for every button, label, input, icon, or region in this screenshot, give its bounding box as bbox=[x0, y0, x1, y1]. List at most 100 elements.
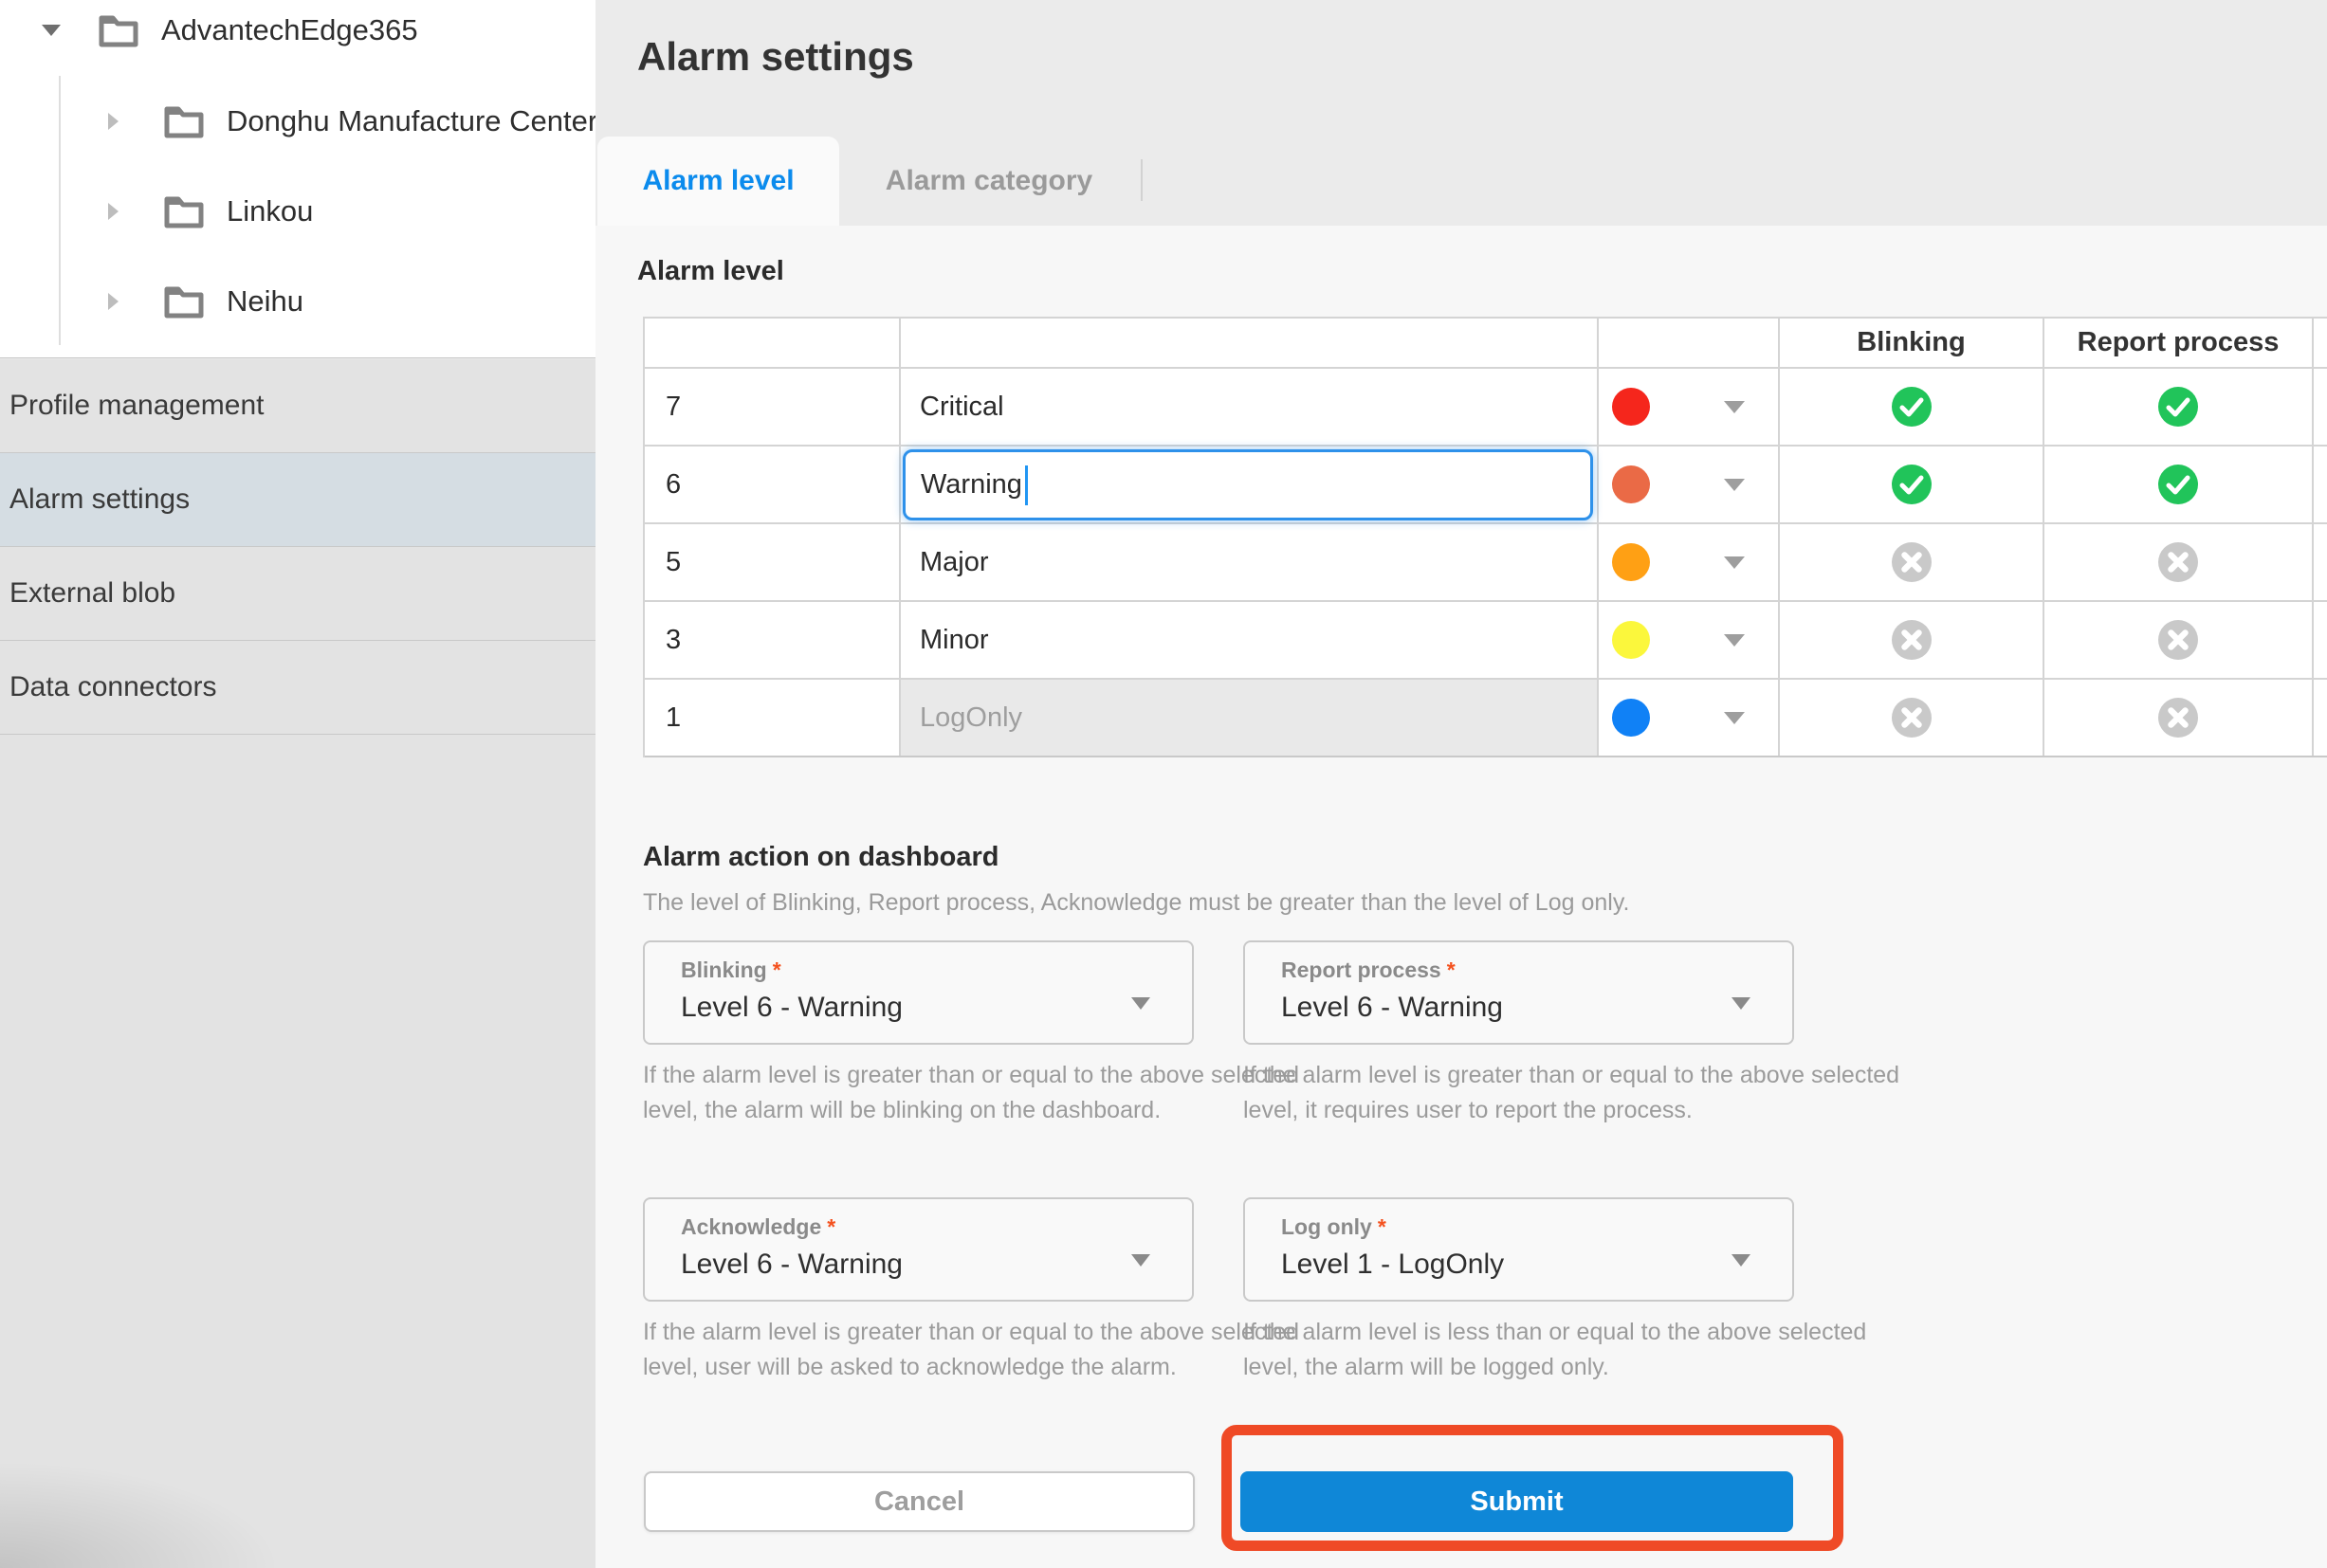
caret-right-icon[interactable] bbox=[108, 113, 119, 130]
blinking-cell[interactable] bbox=[1780, 369, 2044, 445]
color-dot[interactable] bbox=[1612, 543, 1650, 581]
table-header-row: Blinking Report process bbox=[645, 319, 2327, 369]
menu-item-label: Alarm settings bbox=[9, 483, 190, 516]
report-process-cell[interactable] bbox=[2044, 680, 2314, 756]
cross-icon[interactable] bbox=[2157, 697, 2199, 738]
report-process-select[interactable]: Report process* Level 6 - Warning bbox=[1243, 940, 1794, 1045]
field-value: Level 6 - Warning bbox=[1281, 992, 1503, 1024]
blinking-cell[interactable] bbox=[1780, 524, 2044, 600]
name-cell[interactable]: Critical bbox=[901, 369, 1599, 445]
table-row: 6 Warning bbox=[645, 447, 2327, 524]
acknowledge-select[interactable]: Acknowledge* Level 6 - Warning bbox=[643, 1197, 1194, 1302]
table-row: 7 Critical bbox=[645, 369, 2327, 447]
check-icon[interactable] bbox=[2157, 464, 2199, 505]
alarm-level-table: Blinking Report process 7 Critical 6 bbox=[643, 317, 2327, 757]
org-tree: AdvantechEdge365 Donghu Manufacture Cent… bbox=[0, 0, 595, 358]
name-cell[interactable]: Minor bbox=[901, 602, 1599, 678]
tree-item-label: Neihu bbox=[227, 284, 303, 319]
submit-button[interactable]: Submit bbox=[1240, 1471, 1793, 1532]
cross-icon[interactable] bbox=[1891, 541, 1933, 583]
folder-icon bbox=[162, 192, 206, 230]
cancel-button[interactable]: Cancel bbox=[644, 1471, 1195, 1532]
extra-cell bbox=[2314, 447, 2327, 522]
log-only-select[interactable]: Log only* Level 1 - LogOnly bbox=[1243, 1197, 1794, 1302]
page-title: Alarm settings bbox=[637, 34, 914, 80]
field-value: Level 6 - Warning bbox=[681, 1249, 903, 1281]
chevron-down-icon[interactable] bbox=[1724, 634, 1745, 647]
color-cell[interactable] bbox=[1599, 524, 1780, 600]
color-dot[interactable] bbox=[1612, 621, 1650, 659]
text-caret bbox=[1025, 465, 1028, 505]
color-cell[interactable] bbox=[1599, 602, 1780, 678]
section-heading-alarm-action: Alarm action on dashboard bbox=[643, 842, 999, 873]
check-icon[interactable] bbox=[2157, 386, 2199, 428]
check-icon[interactable] bbox=[1891, 464, 1933, 505]
report-process-cell[interactable] bbox=[2044, 447, 2314, 522]
tree-item-advantechedge365[interactable]: AdvantechEdge365 bbox=[0, 0, 595, 61]
chevron-down-icon[interactable] bbox=[1724, 401, 1745, 413]
name-input[interactable]: Warning bbox=[903, 449, 1593, 520]
blinking-cell[interactable] bbox=[1780, 680, 2044, 756]
section-heading-alarm-level: Alarm level bbox=[637, 256, 784, 287]
chevron-down-icon[interactable] bbox=[1724, 712, 1745, 724]
menu-item-label: Data connectors bbox=[9, 671, 216, 703]
alarm-level-panel: Alarm level Blinking Report process 7 Cr… bbox=[595, 226, 2327, 1568]
sidebar-item-data-connectors[interactable]: Data connectors bbox=[0, 641, 595, 735]
chevron-down-icon[interactable] bbox=[1724, 556, 1745, 569]
level-cell: 1 bbox=[645, 680, 901, 756]
field-label: Log only bbox=[1281, 1214, 1372, 1239]
color-dot[interactable] bbox=[1612, 388, 1650, 426]
level-cell: 6 bbox=[645, 447, 901, 522]
color-dot[interactable] bbox=[1612, 699, 1650, 737]
settings-menu: Profile management Alarm settings Extern… bbox=[0, 359, 595, 1568]
chevron-down-icon bbox=[1131, 1254, 1150, 1267]
cross-icon[interactable] bbox=[1891, 619, 1933, 661]
cross-icon[interactable] bbox=[2157, 541, 2199, 583]
report-process-cell[interactable] bbox=[2044, 524, 2314, 600]
blinking-select[interactable]: Blinking* Level 6 - Warning bbox=[643, 940, 1194, 1045]
check-icon[interactable] bbox=[1891, 386, 1933, 428]
report-process-cell[interactable] bbox=[2044, 602, 2314, 678]
cross-icon[interactable] bbox=[2157, 619, 2199, 661]
column-header-blinking: Blinking bbox=[1780, 319, 2044, 367]
blinking-cell[interactable] bbox=[1780, 602, 2044, 678]
folder-icon bbox=[162, 283, 206, 320]
table-row: 3 Minor bbox=[645, 602, 2327, 680]
field-value: Level 6 - Warning bbox=[681, 992, 903, 1024]
cross-icon[interactable] bbox=[1891, 697, 1933, 738]
blinking-cell[interactable] bbox=[1780, 447, 2044, 522]
table-row: 5 Major bbox=[645, 524, 2327, 602]
column-header-report-process: Report process bbox=[2044, 319, 2314, 367]
column-header-extra bbox=[2314, 319, 2327, 367]
required-marker: * bbox=[1378, 1214, 1386, 1239]
tree-item-neihu[interactable]: Neihu bbox=[0, 271, 595, 332]
name-cell[interactable]: Major bbox=[901, 524, 1599, 600]
sidebar-item-alarm-settings[interactable]: Alarm settings bbox=[0, 453, 595, 547]
color-cell[interactable] bbox=[1599, 447, 1780, 522]
column-header-name bbox=[901, 319, 1599, 367]
report-process-cell[interactable] bbox=[2044, 369, 2314, 445]
required-marker: * bbox=[827, 1214, 835, 1239]
log-only-helper-text: If the alarm level is less than or equal… bbox=[1243, 1315, 1907, 1385]
menu-item-label: Profile management bbox=[9, 390, 264, 422]
caret-down-icon[interactable] bbox=[42, 25, 61, 36]
tree-item-donghu-manufacture-center[interactable]: Donghu Manufacture Center bbox=[0, 91, 595, 152]
chevron-down-icon[interactable] bbox=[1724, 479, 1745, 491]
tab-alarm-level[interactable]: Alarm level bbox=[597, 137, 839, 226]
sidebar-item-external-blob[interactable]: External blob bbox=[0, 547, 595, 641]
column-header-color bbox=[1599, 319, 1780, 367]
field-value: Level 1 - LogOnly bbox=[1281, 1249, 1504, 1281]
caret-right-icon[interactable] bbox=[108, 293, 119, 310]
caret-right-icon[interactable] bbox=[108, 203, 119, 220]
folder-icon bbox=[162, 102, 206, 140]
tab-alarm-category[interactable]: Alarm category bbox=[852, 137, 1127, 226]
tree-item-linkou[interactable]: Linkou bbox=[0, 181, 595, 242]
table-row: 1 LogOnly bbox=[645, 680, 2327, 757]
name-cell[interactable]: Warning bbox=[901, 447, 1599, 522]
color-cell[interactable] bbox=[1599, 369, 1780, 445]
color-cell[interactable] bbox=[1599, 680, 1780, 756]
section-description: The level of Blinking, Report process, A… bbox=[643, 889, 1629, 917]
column-header-level bbox=[645, 319, 901, 367]
color-dot[interactable] bbox=[1612, 465, 1650, 503]
sidebar-item-profile-management[interactable]: Profile management bbox=[0, 359, 595, 453]
